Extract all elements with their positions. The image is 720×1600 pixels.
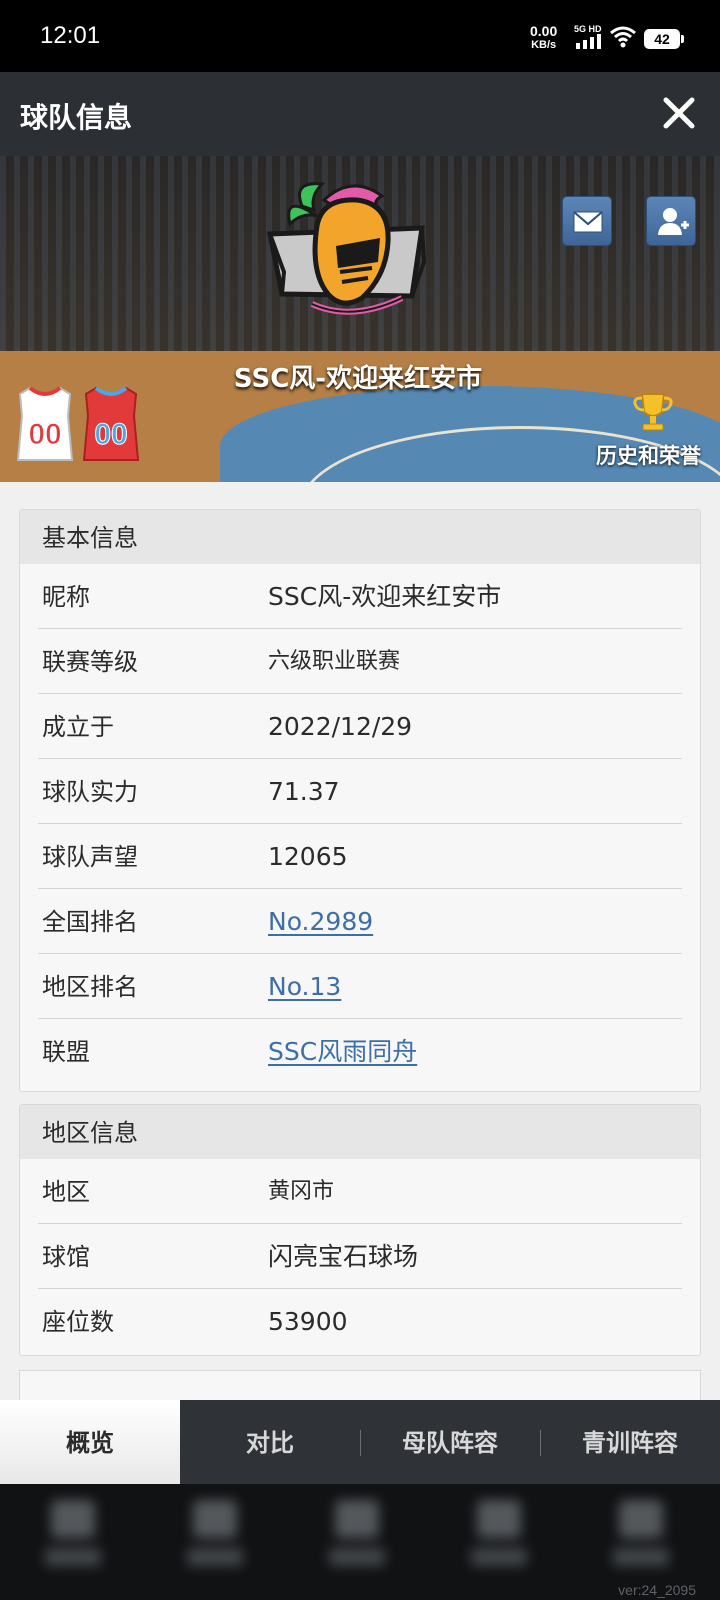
nickname-value: SSC风-欢迎来红安市: [268, 582, 502, 611]
info-row: 地区排名 No.13: [38, 954, 682, 1019]
history-honors-link[interactable]: 历史和荣誉: [596, 440, 701, 470]
regional-rank-label: 地区排名: [42, 973, 138, 1001]
seats-value: 53900: [268, 1307, 348, 1336]
founded-value: 2022/12/29: [268, 712, 413, 741]
blurred-nav-item: [38, 1500, 108, 1576]
version-label: ver:24_2095: [618, 1582, 696, 1598]
info-row: 球队声望 12065: [38, 824, 682, 889]
league-level-label: 联赛等级: [42, 648, 138, 676]
alliance-label: 联盟: [42, 1038, 90, 1066]
add-person-icon: [658, 208, 689, 235]
network-speed-value: 0.00: [530, 23, 558, 39]
national-rank-link[interactable]: No.2989: [268, 889, 373, 955]
blurred-nav-item: [464, 1500, 534, 1576]
next-card-edge: [19, 1370, 701, 1400]
add-friend-button[interactable]: [646, 196, 696, 246]
blurred-nav-item: [322, 1500, 392, 1576]
basic-info-header: 基本信息: [20, 510, 700, 564]
battery-icon: 42: [644, 29, 684, 49]
tab-main-roster[interactable]: 母队阵容: [360, 1400, 540, 1484]
network-speed: 0.00 KB/s: [530, 24, 557, 52]
home-jersey-icon[interactable]: 00: [16, 386, 74, 462]
national-rank-label: 全国排名: [42, 908, 138, 936]
mail-icon: [573, 211, 603, 233]
tab-overview[interactable]: 概览: [0, 1400, 180, 1484]
info-row: 球馆 闪亮宝石球场: [38, 1224, 682, 1289]
region-info-header: 地区信息: [20, 1105, 700, 1159]
team-logo-icon[interactable]: [262, 176, 432, 336]
status-bar: 12:01 0.00 KB/s 5G HD 42: [0, 0, 720, 72]
header-bar: 球队信息: [0, 72, 720, 156]
info-row: 昵称 SSC风-欢迎来红安市: [38, 564, 682, 629]
bottom-tab-bar: 概览 对比 母队阵容 青训阵容: [0, 1400, 720, 1484]
close-icon[interactable]: [656, 90, 702, 136]
network-speed-unit: KB/s: [531, 39, 557, 51]
regional-rank-link[interactable]: No.13: [268, 954, 341, 1020]
founded-label: 成立于: [42, 713, 114, 741]
status-time: 12:01: [40, 22, 101, 49]
tab-compare[interactable]: 对比: [180, 1400, 360, 1484]
team-strength-value: 71.37: [268, 777, 340, 806]
info-row: 全国排名 No.2989: [38, 889, 682, 954]
page-title: 球队信息: [20, 101, 133, 134]
team-strength-label: 球队实力: [42, 778, 138, 806]
reputation-label: 球队声望: [42, 843, 138, 871]
info-row: 联赛等级 六级职业联赛: [38, 629, 682, 694]
blurred-nav-item: [606, 1500, 676, 1576]
nickname-label: 昵称: [42, 583, 90, 611]
home-jersey-number: 00: [28, 418, 61, 451]
reputation-value: 12065: [268, 842, 348, 871]
region-value: 黄冈市: [268, 1179, 335, 1204]
arena-value: 闪亮宝石球场: [268, 1242, 419, 1271]
info-row: 成立于 2022/12/29: [38, 694, 682, 759]
league-level-value: 六级职业联赛: [268, 649, 401, 674]
arena-label: 球馆: [42, 1243, 90, 1271]
basic-info-card: 基本信息 昵称 SSC风-欢迎来红安市 联赛等级 六级职业联赛 成立于 2022…: [19, 509, 701, 1092]
region-info-card: 地区信息 地区 黄冈市 球馆 闪亮宝石球场 座位数 53900: [19, 1104, 701, 1356]
tab-youth-roster[interactable]: 青训阵容: [540, 1400, 720, 1484]
signal-icon: [576, 34, 601, 49]
away-jersey-icon[interactable]: 00: [82, 386, 140, 462]
info-row: 联盟 SSC风雨同舟: [38, 1019, 682, 1084]
wifi-icon: [610, 26, 636, 48]
seats-label: 座位数: [42, 1308, 114, 1336]
alliance-link[interactable]: SSC风雨同舟: [268, 1019, 417, 1085]
info-row: 球队实力 71.37: [38, 759, 682, 824]
away-jersey-number: 00: [94, 418, 127, 451]
region-label: 地区: [42, 1178, 90, 1206]
info-row: 地区 黄冈市: [38, 1159, 682, 1224]
background-nav-blurred: [0, 1484, 720, 1600]
mail-button[interactable]: [562, 196, 612, 246]
info-row: 座位数 53900: [38, 1289, 682, 1354]
trophy-icon[interactable]: [628, 390, 678, 436]
blurred-nav-item: [180, 1500, 250, 1576]
